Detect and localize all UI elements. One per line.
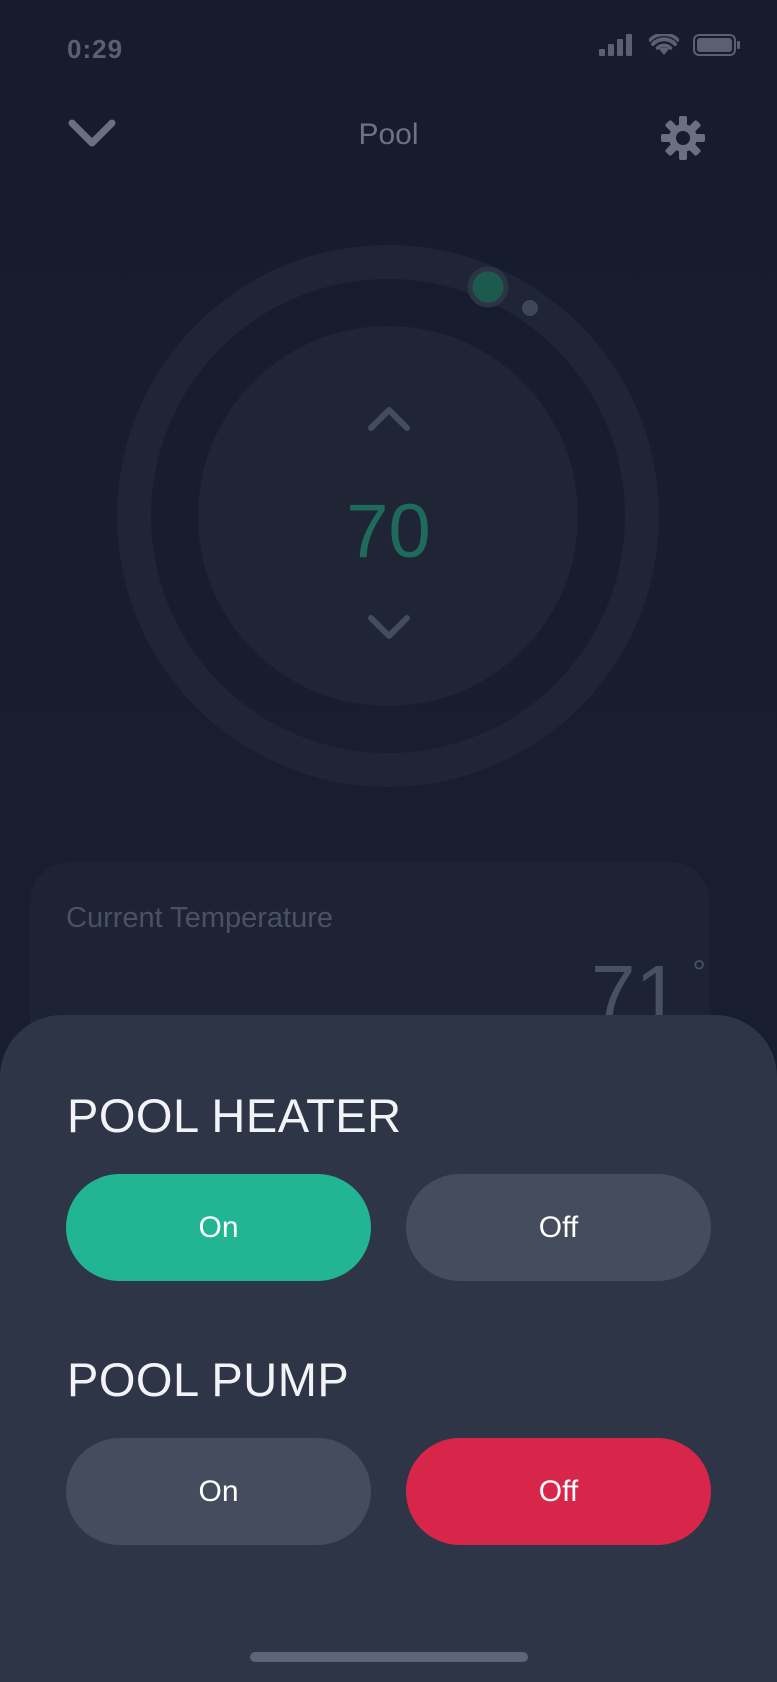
wifi-icon: [649, 34, 679, 55]
pool-pump-off-button[interactable]: Off: [406, 1438, 711, 1545]
pool-control-screen: 0:29 Pool 70 Current Temperature 71 ° PO…: [0, 0, 777, 1682]
pool-pump-title: POOL PUMP: [67, 1353, 350, 1406]
pool-heater-title: POOL HEATER: [67, 1089, 402, 1142]
controls-sheet: POOL HEATER On Off POOL PUMP On Off: [0, 1015, 777, 1682]
dial-handle: [467, 266, 509, 308]
battery-icon: [693, 34, 740, 56]
status-icons: [599, 34, 741, 56]
home-indicator[interactable]: [250, 1652, 528, 1662]
target-temperature-value: 70: [346, 489, 431, 574]
pool-heater-on-button[interactable]: On: [66, 1174, 371, 1281]
increase-chevron-up-icon[interactable]: [367, 404, 411, 434]
current-temperature-label: Current Temperature: [66, 902, 334, 934]
pool-pump-on-button[interactable]: On: [66, 1438, 371, 1545]
dial-marker-dot: [522, 300, 538, 316]
gear-icon[interactable]: [661, 116, 705, 160]
status-time: 0:29: [67, 34, 124, 64]
pool-heater-off-button[interactable]: Off: [406, 1174, 711, 1281]
cellular-signal-icon: [599, 34, 632, 56]
decrease-chevron-down-icon[interactable]: [367, 612, 411, 642]
current-temperature-unit: °: [692, 954, 706, 992]
